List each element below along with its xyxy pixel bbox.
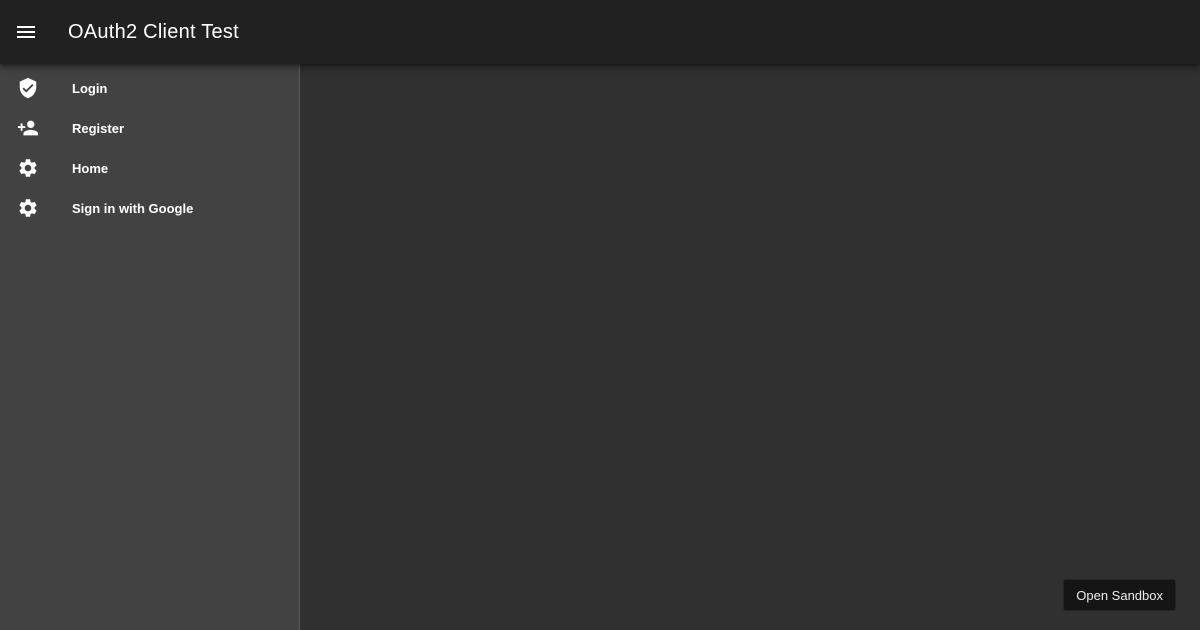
app-root: OAuth2 Client Test Login Register Home S… [0,0,1200,630]
main-content [300,64,1200,630]
verified-user-icon [16,76,40,100]
gear-icon [16,196,40,220]
nav-item-google-signin[interactable]: Sign in with Google [0,188,299,228]
menu-button[interactable] [0,0,52,64]
gear-icon [16,156,40,180]
nav-label-login: Login [72,80,108,96]
nav-label-register: Register [72,120,125,136]
nav-list: Login Register Home Sign in with Google [0,64,299,228]
open-sandbox-button[interactable]: Open Sandbox [1063,579,1176,611]
nav-label-home: Home [72,160,109,176]
nav-label-google-signin: Sign in with Google [72,200,194,216]
menu-icon [14,20,38,44]
top-app-bar: OAuth2 Client Test [0,0,1200,64]
person-add-icon [16,116,40,140]
nav-item-register[interactable]: Register [0,108,299,148]
app-title: OAuth2 Client Test [68,20,239,43]
nav-item-home[interactable]: Home [0,148,299,188]
side-nav: Login Register Home Sign in with Google [0,64,300,630]
nav-item-login[interactable]: Login [0,68,299,108]
